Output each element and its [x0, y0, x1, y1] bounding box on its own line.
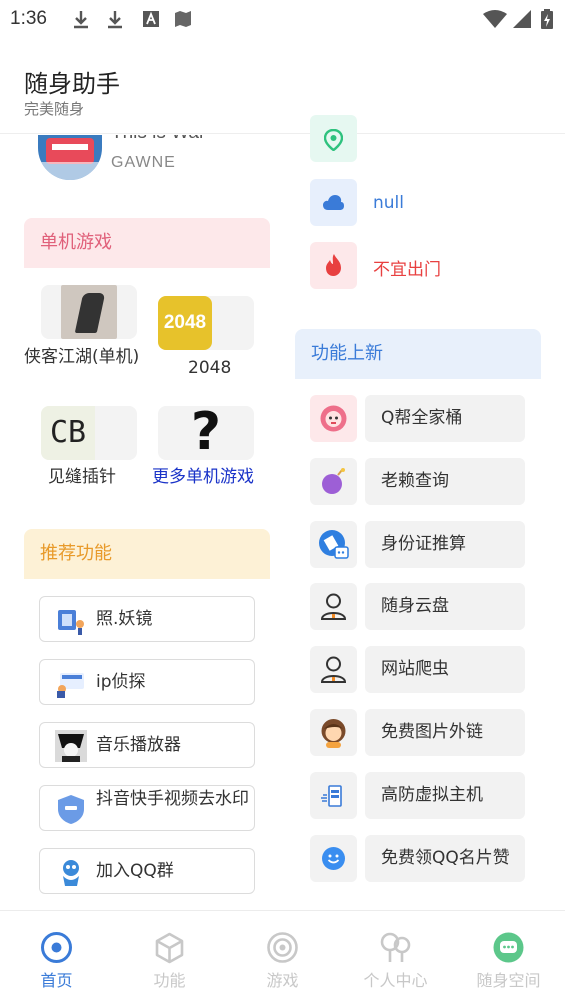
- download-icon: [108, 11, 122, 29]
- new-features-heading: 功能上新: [295, 329, 541, 379]
- rec-music-label: 音乐播放器: [96, 735, 181, 755]
- target-icon: [267, 932, 298, 963]
- battery-icon: [541, 9, 553, 29]
- game-xiake-label[interactable]: 侠客江湖(单机): [24, 347, 144, 367]
- chat-icon: [493, 932, 524, 963]
- nav-profile[interactable]: 个人中心: [339, 911, 452, 1005]
- nav-home-label: 首页: [40, 971, 73, 990]
- qq-mascot-icon: [63, 860, 79, 886]
- balloon-icon: [380, 932, 411, 962]
- cube-icon: [155, 932, 184, 964]
- download-icon: [74, 11, 88, 29]
- status-bar: 1:36: [0, 0, 565, 38]
- rec-qqgroup-button[interactable]: 加入QQ群: [39, 848, 255, 894]
- font-icon: [143, 11, 159, 27]
- music-widget[interactable]: This is War GAWNE: [0, 135, 285, 195]
- cloud-tile[interactable]: [310, 179, 357, 226]
- server-icon: [321, 785, 342, 807]
- map-icon: [175, 11, 191, 27]
- qbang-icon: [320, 405, 347, 432]
- rec-mirror-label: 照.妖镜: [96, 609, 153, 629]
- fire-icon: [326, 254, 341, 276]
- nav-space[interactable]: 随身空间: [452, 911, 565, 1005]
- nav-game-label: 游戏: [266, 971, 299, 990]
- ip-icon: [57, 673, 84, 698]
- cloud-icon: [323, 195, 344, 210]
- more-games-link[interactable]: 更多单机游戏: [152, 467, 254, 487]
- game-2048-label[interactable]: 2048: [188, 358, 231, 378]
- image-host-icon-tile[interactable]: [310, 709, 357, 756]
- status-time: 1:36: [10, 8, 47, 29]
- idcard-icon: [319, 530, 349, 559]
- nav-function[interactable]: 功能: [113, 911, 226, 1005]
- rec-mirror-button[interactable]: 照.妖镜: [39, 596, 255, 642]
- wifi-icon: [483, 10, 507, 28]
- game-xiake-tile[interactable]: [41, 285, 137, 339]
- game-cb-icon: CB: [41, 406, 95, 460]
- nav-function-label: 功能: [153, 971, 186, 990]
- album-art: [38, 135, 102, 180]
- mirror-icon: [58, 610, 84, 635]
- idcard-button[interactable]: 身份证推算: [365, 521, 525, 568]
- image-host-button[interactable]: 免费图片外链: [365, 709, 525, 756]
- crawler-icon-tile[interactable]: [310, 646, 357, 693]
- vhost-button[interactable]: 高防虚拟主机: [365, 772, 525, 819]
- advice-text: 不宜出门: [373, 260, 441, 280]
- qbang-icon-tile[interactable]: [310, 395, 357, 442]
- bottom-nav: 首页 功能 游戏 个人中心 随身空间: [0, 910, 565, 1004]
- vhost-icon-tile[interactable]: [310, 772, 357, 819]
- smile-icon: [322, 847, 345, 870]
- app-header: 随身助手 完美随身: [0, 38, 565, 134]
- game-2048-icon: 2048: [158, 296, 212, 350]
- weather-text: null: [373, 193, 404, 213]
- question-icon: ?: [190, 402, 222, 462]
- more-games-tile[interactable]: ?: [158, 402, 254, 462]
- game-2048-tile[interactable]: 2048: [158, 296, 254, 350]
- cloud-disk-icon-tile[interactable]: [310, 583, 357, 630]
- user-icon: [320, 656, 347, 683]
- nav-game[interactable]: 游戏: [226, 911, 339, 1005]
- nav-space-label: 随身空间: [476, 971, 541, 990]
- crawler-button[interactable]: 网站爬虫: [365, 646, 525, 693]
- rec-ip-button[interactable]: ip侦探: [39, 659, 255, 705]
- user-icon: [320, 593, 347, 620]
- signal-icon: [513, 10, 531, 28]
- song-artist: GAWNE: [111, 154, 176, 171]
- recommended-heading: 推荐功能: [24, 529, 270, 579]
- laolai-icon-tile[interactable]: [310, 458, 357, 505]
- song-title: This is War: [111, 135, 205, 144]
- app-title: 随身助手: [24, 70, 120, 98]
- music-avatar-icon: [55, 730, 87, 762]
- nav-home[interactable]: 首页: [0, 911, 113, 1005]
- game-xiake-icon: [61, 285, 117, 339]
- home-icon: [41, 932, 72, 963]
- laolai-button[interactable]: 老赖查询: [365, 458, 525, 505]
- qq-likes-icon-tile[interactable]: [310, 835, 357, 882]
- app-subtitle: 完美随身: [24, 100, 85, 118]
- rec-watermark-label: 抖音快手视频去水印: [96, 789, 249, 809]
- nav-profile-label: 个人中心: [363, 971, 428, 990]
- rec-watermark-button[interactable]: 抖音快手视频去水印: [39, 785, 255, 831]
- fire-tile[interactable]: [310, 242, 357, 289]
- single-games-heading: 单机游戏: [24, 218, 270, 268]
- location-tile[interactable]: [310, 115, 357, 162]
- rec-music-button[interactable]: 音乐播放器: [39, 722, 255, 768]
- shield-icon: [58, 795, 84, 824]
- rec-qqgroup-label: 加入QQ群: [96, 861, 174, 881]
- game-cb-tile[interactable]: CB: [41, 406, 137, 460]
- bomb-icon: [322, 468, 345, 494]
- cloud-disk-button[interactable]: 随身云盘: [365, 583, 525, 630]
- idcard-icon-tile[interactable]: [310, 521, 357, 568]
- qq-likes-button[interactable]: 免费领QQ名片赞: [365, 835, 525, 882]
- game-cb-label[interactable]: 见缝插针: [48, 467, 116, 487]
- location-icon: [324, 129, 343, 151]
- rec-ip-label: ip侦探: [96, 672, 146, 692]
- qbang-button[interactable]: Q帮全家桶: [365, 395, 525, 442]
- girl-avatar-icon: [321, 719, 346, 748]
